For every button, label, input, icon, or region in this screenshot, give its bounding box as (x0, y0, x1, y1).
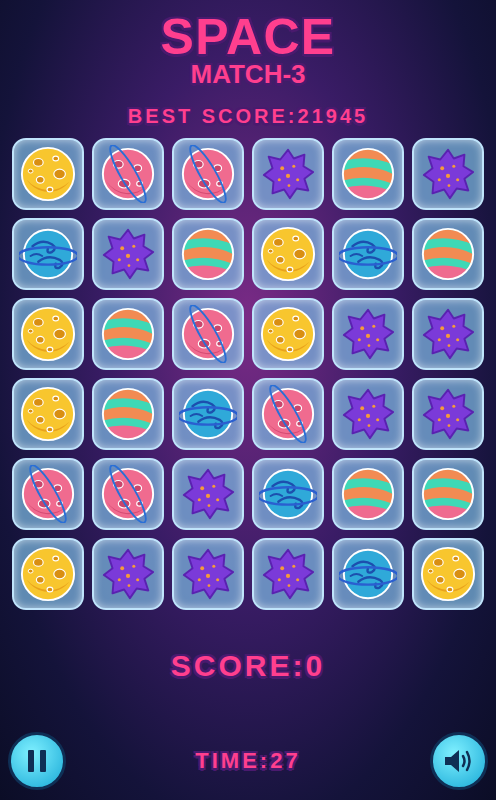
game-screen: SPACEMATCH-3 BEST SCORE:21945 SCORE:0 TIME:… (0, 0, 496, 800)
board-tile[interactable] (332, 138, 404, 210)
purple-blob-icon (259, 145, 317, 203)
striped-planet-icon (339, 145, 397, 203)
board-tile[interactable] (12, 378, 84, 450)
blue-swirl-planet-icon (19, 225, 77, 283)
board-tile[interactable] (412, 538, 484, 610)
purple-blob-icon (99, 545, 157, 603)
pink-ringed-planet-icon (99, 465, 157, 523)
yellow-moon-icon (259, 225, 317, 283)
yellow-moon-icon (19, 545, 77, 603)
pink-ringed-planet-icon (179, 305, 237, 363)
board-tile[interactable] (172, 538, 244, 610)
purple-blob-icon (179, 465, 237, 523)
blue-swirl-planet-icon (339, 545, 397, 603)
board-tile[interactable] (172, 298, 244, 370)
board-tile[interactable] (172, 138, 244, 210)
board-tile[interactable] (332, 298, 404, 370)
board-tile[interactable] (332, 218, 404, 290)
board-tile[interactable] (332, 378, 404, 450)
striped-planet-icon (339, 465, 397, 523)
score: SCORE:0 (171, 648, 325, 684)
board-tile[interactable] (252, 538, 324, 610)
board-tile[interactable] (172, 378, 244, 450)
board-tile[interactable] (172, 218, 244, 290)
pink-ringed-planet-icon (19, 465, 77, 523)
board-tile[interactable] (92, 538, 164, 610)
board-tile[interactable] (252, 218, 324, 290)
title-logo: SPACEMATCH-3 (161, 0, 336, 88)
striped-planet-icon (419, 225, 477, 283)
pink-ringed-planet-icon (179, 145, 237, 203)
board-tile[interactable] (12, 538, 84, 610)
purple-blob-icon (339, 305, 397, 363)
timer: TIME:27 (195, 747, 300, 775)
pause-icon (25, 748, 49, 774)
game-board (12, 138, 484, 610)
purple-blob-icon (339, 385, 397, 443)
board-tile[interactable] (252, 378, 324, 450)
board-tile[interactable] (412, 138, 484, 210)
yellow-moon-icon (19, 305, 77, 363)
board-tile[interactable] (252, 298, 324, 370)
board-tile[interactable] (92, 218, 164, 290)
title: SPACE (161, 10, 336, 64)
purple-blob-icon (419, 385, 477, 443)
board-tile[interactable] (412, 298, 484, 370)
pause-button[interactable] (8, 732, 66, 790)
board-tile[interactable] (12, 218, 84, 290)
purple-blob-icon (419, 145, 477, 203)
striped-planet-icon (419, 465, 477, 523)
board-tile[interactable] (12, 298, 84, 370)
yellow-moon-icon (259, 305, 317, 363)
subtitle: MATCH-3 (190, 60, 305, 88)
pink-ringed-planet-icon (99, 145, 157, 203)
board-tile[interactable] (92, 378, 164, 450)
best-score: BEST SCORE:21945 (128, 104, 368, 128)
striped-planet-icon (99, 385, 157, 443)
blue-swirl-planet-icon (259, 465, 317, 523)
striped-planet-icon (179, 225, 237, 283)
purple-blob-icon (419, 305, 477, 363)
purple-blob-icon (99, 225, 157, 283)
yellow-moon-icon (419, 545, 477, 603)
board-tile[interactable] (252, 138, 324, 210)
speaker-icon (443, 747, 475, 775)
board-tile[interactable] (12, 138, 84, 210)
board-tile[interactable] (332, 538, 404, 610)
striped-planet-icon (99, 305, 157, 363)
board-tile[interactable] (252, 458, 324, 530)
board-tile[interactable] (92, 458, 164, 530)
bottom-bar: TIME:27 (0, 732, 496, 800)
blue-swirl-planet-icon (179, 385, 237, 443)
board-tile[interactable] (172, 458, 244, 530)
board-tile[interactable] (12, 458, 84, 530)
pink-ringed-planet-icon (259, 385, 317, 443)
yellow-moon-icon (19, 385, 77, 443)
board-tile[interactable] (412, 218, 484, 290)
board-tile[interactable] (412, 378, 484, 450)
yellow-moon-icon (19, 145, 77, 203)
board-tile[interactable] (412, 458, 484, 530)
sound-button[interactable] (430, 732, 488, 790)
purple-blob-icon (179, 545, 237, 603)
blue-swirl-planet-icon (339, 225, 397, 283)
board-tile[interactable] (92, 298, 164, 370)
board-tile[interactable] (332, 458, 404, 530)
purple-blob-icon (259, 545, 317, 603)
board-tile[interactable] (92, 138, 164, 210)
